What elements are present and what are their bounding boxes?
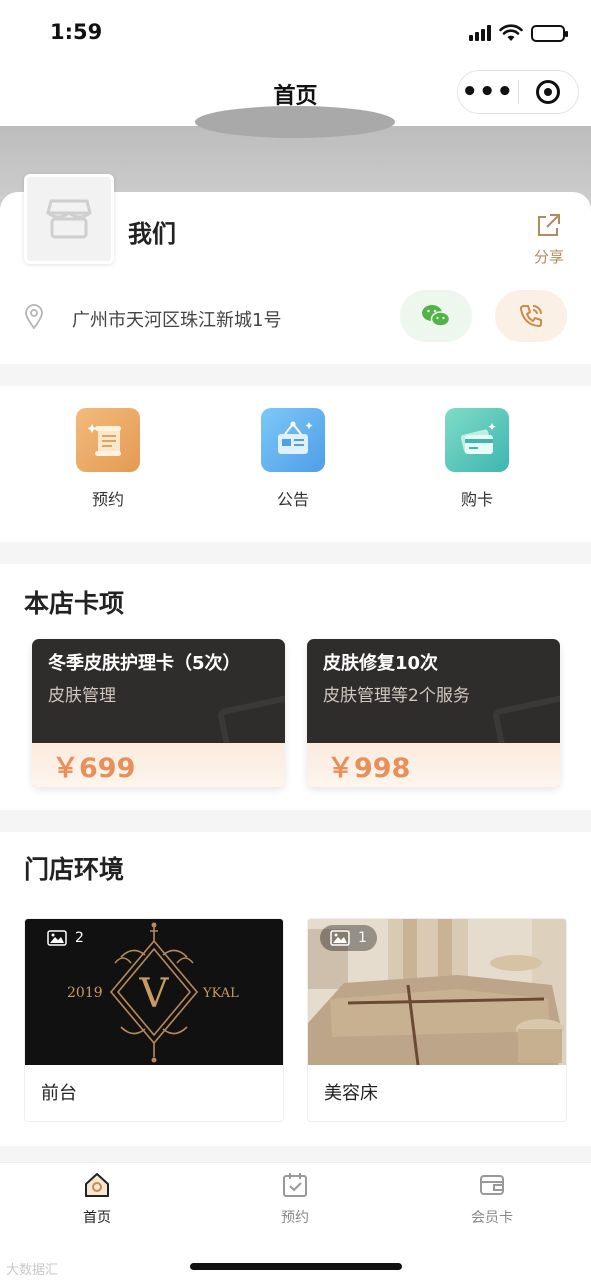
tab-label: 预约	[281, 1210, 309, 1226]
card-name: 皮肤修复10次	[323, 653, 439, 674]
store-name: 我们	[128, 220, 176, 248]
card-services: 皮肤管理等2个服务	[323, 686, 470, 706]
quick-action-label: 购卡	[460, 490, 493, 509]
tab-home[interactable]: 首页	[47, 1171, 147, 1227]
image-icon	[47, 930, 67, 946]
quick-action-buy-card[interactable]: 购卡	[417, 408, 537, 510]
notice-board-icon	[261, 408, 325, 472]
target-icon	[536, 80, 561, 104]
card-price: ￥699	[52, 752, 136, 784]
mini-program-capsule: •••	[457, 70, 579, 114]
status-icons	[469, 24, 568, 42]
photo-count-badge: 1	[320, 925, 377, 951]
logo-text: YKAL	[202, 986, 239, 1001]
home-indicator[interactable]	[190, 1263, 402, 1270]
shop-icon	[46, 199, 92, 239]
status-bar: 1:59	[0, 0, 591, 64]
env-label: 前台	[41, 1083, 77, 1104]
call-button[interactable]	[495, 290, 567, 342]
quick-action-label: 预约	[91, 490, 124, 509]
card-item[interactable]: 皮肤修复10次 皮肤管理等2个服务 ￥998	[307, 639, 560, 787]
quick-action-booking[interactable]: 预约	[48, 408, 168, 510]
env-item[interactable]: 1 美容床	[307, 918, 567, 1122]
quick-actions: 预约 公告 购卡	[0, 386, 591, 542]
calendar-check-icon	[283, 1173, 307, 1197]
env-item[interactable]: V 2019 YKAL 2 前台	[24, 918, 284, 1122]
env-photo: 1	[308, 919, 566, 1065]
card-price-bar: ￥699	[32, 743, 285, 787]
card-header: 冬季皮肤护理卡（5次） 皮肤管理	[32, 639, 285, 743]
env-photo: V 2019 YKAL 2	[25, 919, 283, 1065]
battery-icon	[531, 24, 568, 42]
card-header: 皮肤修复10次 皮肤管理等2个服务	[307, 639, 560, 743]
more-icon[interactable]: •••	[458, 79, 518, 105]
share-button[interactable]: 分享	[529, 212, 569, 267]
logo-year: 2019	[67, 985, 103, 1001]
photo-count-badge: 2	[37, 925, 94, 951]
scroll-icon	[76, 408, 140, 472]
wechat-icon	[422, 305, 451, 327]
phone-icon	[520, 305, 542, 327]
location-pin-icon	[24, 304, 44, 334]
section-title: 本店卡项	[24, 589, 125, 618]
tab-booking[interactable]: 预约	[245, 1171, 345, 1227]
photo-count: 2	[75, 930, 84, 946]
card-name: 冬季皮肤护理卡（5次）	[48, 653, 241, 674]
status-time: 1:59	[50, 20, 103, 44]
card-item[interactable]: 冬季皮肤护理卡（5次） 皮肤管理 ￥699	[32, 639, 285, 787]
tab-label: 首页	[83, 1210, 111, 1226]
env-label: 美容床	[324, 1083, 378, 1104]
store-environment-section: 门店环境 V 2019 YKAL 2 前台 1 美容床	[0, 832, 591, 1146]
section-title: 门店环境	[24, 855, 125, 884]
card-icon	[445, 408, 509, 472]
card-services: 皮肤管理	[48, 686, 116, 706]
tab-membership-card[interactable]: 会员卡	[442, 1171, 542, 1227]
watermark: 大数据汇	[6, 1263, 59, 1278]
share-icon	[538, 214, 560, 236]
store-cards-section: 本店卡项 冬季皮肤护理卡（5次） 皮肤管理 ￥699 皮肤修复10次 皮肤管理等…	[0, 564, 591, 810]
image-icon	[330, 930, 350, 946]
wallet-icon	[480, 1175, 504, 1195]
store-logo	[24, 174, 114, 264]
close-mini-program-button[interactable]	[518, 80, 578, 104]
quick-action-label: 公告	[276, 490, 309, 509]
logo-letter: V	[139, 971, 170, 1017]
wifi-icon	[499, 24, 523, 41]
store-card: 我们 分享 广州市天河区珠江新城1号	[0, 174, 591, 364]
home-icon	[85, 1173, 109, 1197]
signal-icon	[469, 25, 491, 41]
tab-label: 会员卡	[471, 1210, 513, 1226]
tab-bar: 首页 预约 会员卡 大数据汇	[0, 1162, 591, 1280]
quick-action-notice[interactable]: 公告	[233, 408, 353, 510]
wechat-button[interactable]	[400, 290, 472, 342]
share-label: 分享	[533, 248, 564, 266]
store-address[interactable]: 广州市天河区珠江新城1号	[72, 306, 281, 332]
card-price: ￥998	[327, 752, 411, 784]
photo-count: 1	[358, 930, 367, 946]
card-price-bar: ￥998	[307, 743, 560, 787]
